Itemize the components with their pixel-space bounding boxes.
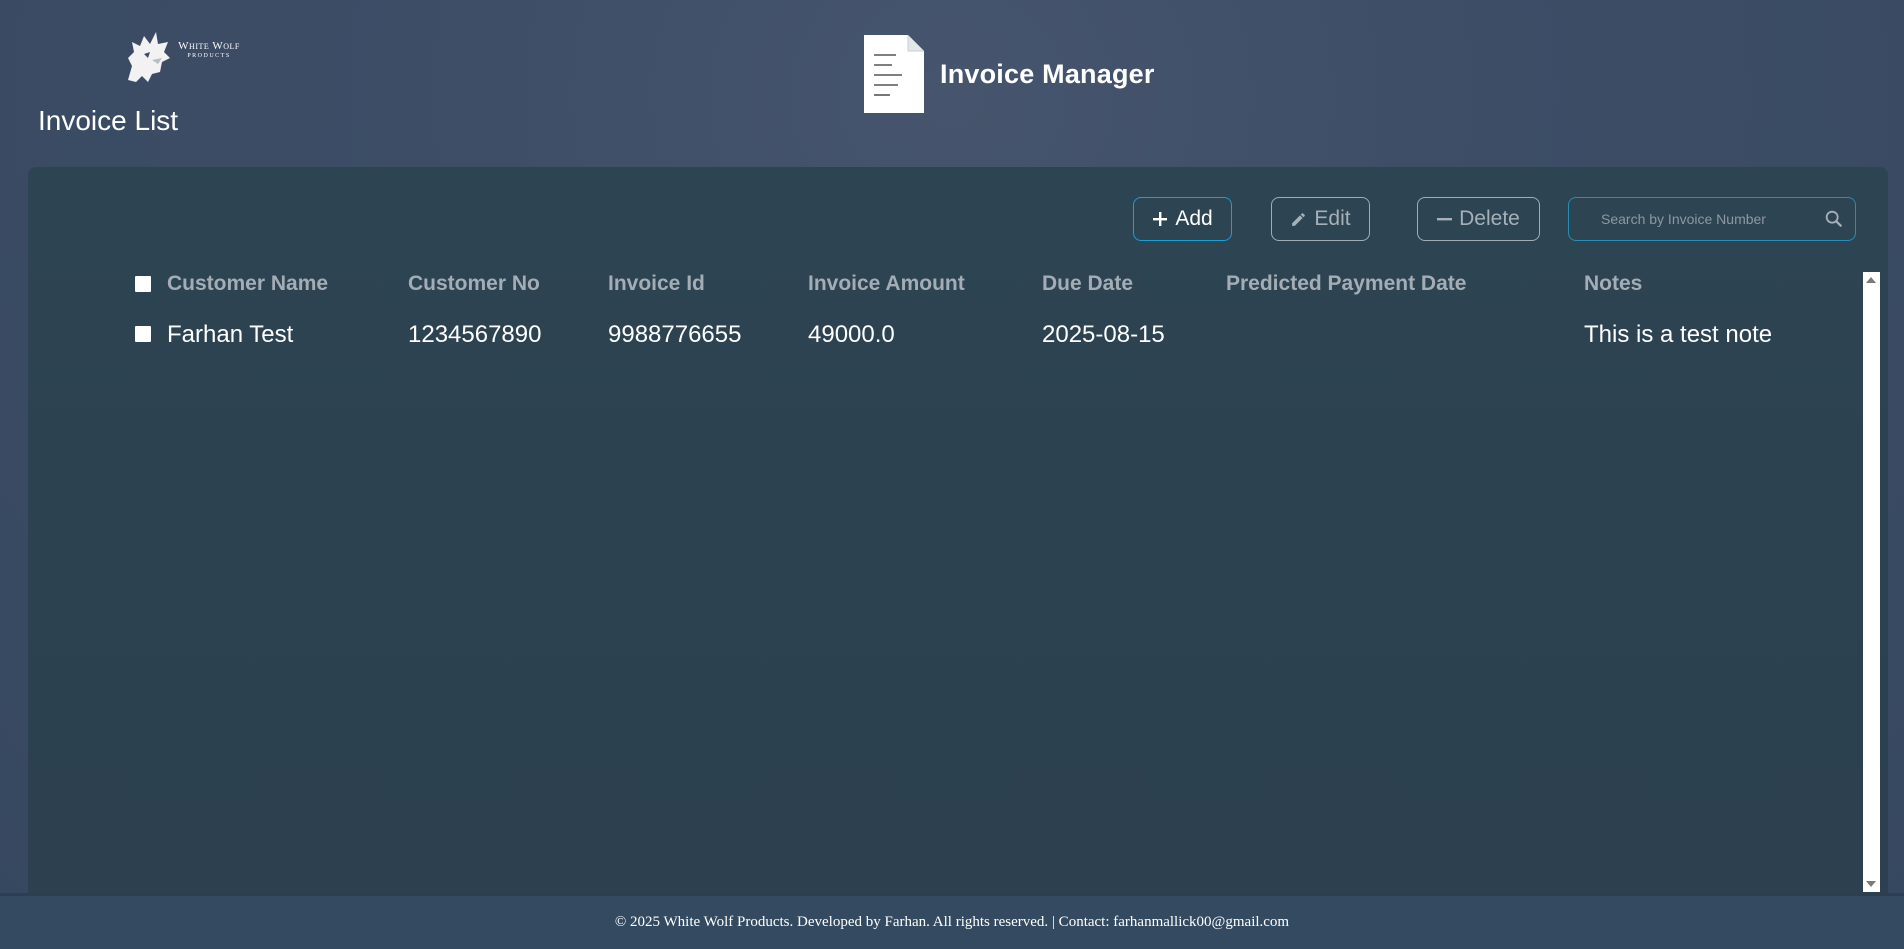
column-header-customer-name[interactable]: Customer Name xyxy=(167,272,328,296)
app-brand: Invoice Manager xyxy=(862,33,1155,115)
select-all-checkbox[interactable] xyxy=(135,276,151,292)
page-title: Invoice List xyxy=(38,105,179,136)
invoice-panel: Add Edit Delete Customer Name Customer N… xyxy=(28,167,1888,897)
footer: © 2025 White Wolf Products. Developed by… xyxy=(0,893,1904,949)
document-icon xyxy=(864,35,924,113)
scroll-down-arrow-icon[interactable] xyxy=(1866,881,1876,887)
plus-icon xyxy=(1153,212,1168,226)
scroll-up-arrow-icon[interactable] xyxy=(1866,277,1876,283)
pencil-icon xyxy=(1292,212,1306,226)
column-header-invoice-amount[interactable]: Invoice Amount xyxy=(808,272,965,296)
add-button[interactable]: Add xyxy=(1133,197,1232,241)
search-icon[interactable] xyxy=(1823,208,1845,230)
column-header-notes[interactable]: Notes xyxy=(1584,272,1642,296)
cell-customer-no: 1234567890 xyxy=(408,321,542,348)
row-checkbox[interactable] xyxy=(135,326,151,342)
column-header-predicted-payment-date[interactable]: Predicted Payment Date xyxy=(1226,272,1466,296)
footer-text: © 2025 White Wolf Products. Developed by… xyxy=(614,914,1290,930)
add-button-label: Add xyxy=(1175,207,1213,230)
delete-button-label: Delete xyxy=(1459,207,1520,230)
edit-button[interactable]: Edit xyxy=(1271,197,1370,241)
search-input[interactable] xyxy=(1569,198,1809,240)
cell-customer-name: Farhan Test xyxy=(167,321,294,348)
column-header-due-date[interactable]: Due Date xyxy=(1042,272,1133,296)
logo-line-1: White Wolf xyxy=(178,40,240,52)
search-box xyxy=(1568,197,1856,241)
app-title: Invoice Manager xyxy=(940,58,1155,89)
cell-invoice-amount: 49000.0 xyxy=(808,321,895,348)
edit-button-label: Edit xyxy=(1314,207,1351,230)
cell-invoice-id: 9988776655 xyxy=(608,321,742,348)
logo-text: White Wolf PRODUCTS xyxy=(176,40,242,60)
logo: White Wolf PRODUCTS xyxy=(122,28,242,84)
logo-line-2: PRODUCTS xyxy=(187,53,231,59)
vertical-scrollbar[interactable] xyxy=(1863,272,1880,892)
cell-due-date: 2025-08-15 xyxy=(1042,321,1165,348)
delete-button[interactable]: Delete xyxy=(1417,197,1540,241)
column-header-invoice-id[interactable]: Invoice Id xyxy=(608,272,705,296)
wolf-icon xyxy=(128,32,170,82)
column-header-customer-no[interactable]: Customer No xyxy=(408,272,540,296)
cell-notes: This is a test note xyxy=(1584,321,1773,348)
minus-icon xyxy=(1437,218,1453,221)
